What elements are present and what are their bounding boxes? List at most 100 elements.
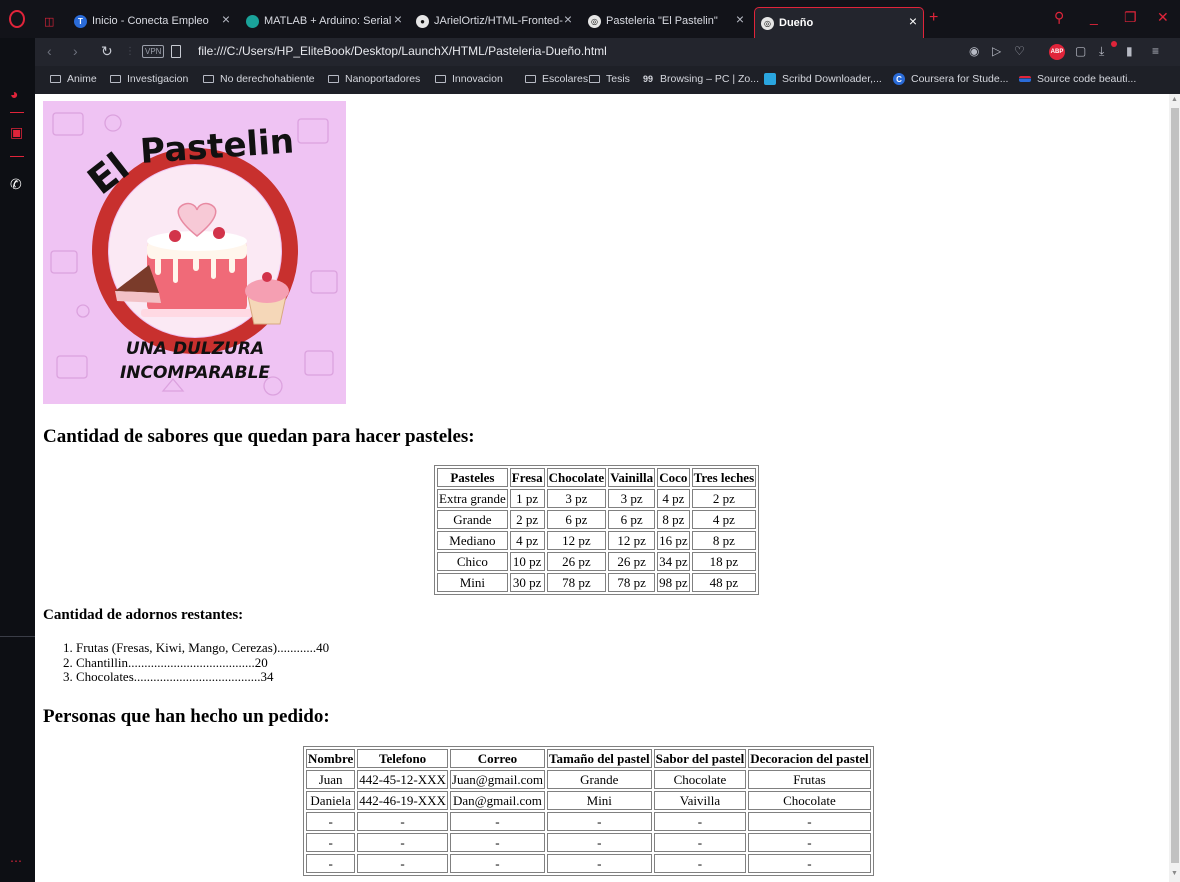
tab-conecta-empleo[interactable]: T Inicio - Conecta Empleo × — [74, 8, 234, 34]
restore-icon[interactable]: ❐ — [1124, 9, 1137, 26]
bookmark-scribd[interactable]: Scribd Downloader,... — [764, 73, 882, 85]
bookmark-nanoportadores[interactable]: Nanoportadores — [328, 73, 420, 85]
table-cell: - — [748, 854, 871, 873]
personas-heading: Personas que han hecho un pedido: — [43, 706, 330, 727]
table-cell: 16 pz — [657, 531, 690, 550]
gamepad-icon: ◫ — [44, 15, 55, 28]
vpn-badge[interactable]: VPN — [142, 45, 165, 58]
table-cell: Mini — [546, 791, 652, 810]
notification-dot — [1111, 41, 1117, 47]
speed-dial-icon[interactable]: ◕ — [10, 86, 18, 102]
table-header-row: Pasteles Fresa Chocolate Vainilla Coco T… — [437, 468, 757, 487]
send-icon[interactable]: ▷ — [992, 44, 1001, 58]
table-cell: - — [449, 833, 545, 852]
bookmark-innovacion[interactable]: Innovacion — [435, 73, 503, 85]
bookmark-anime[interactable]: Anime — [50, 73, 97, 85]
globe-icon: ◎ — [761, 16, 774, 30]
table-cell: 2 pz — [691, 489, 757, 508]
table-cell: 78 pz — [546, 573, 607, 592]
reload-icon[interactable]: ↻ — [101, 43, 113, 60]
tab-matlab[interactable]: MATLAB + Arduino: Serial I × — [246, 8, 406, 34]
close-icon[interactable]: × — [909, 13, 917, 29]
close-icon[interactable]: × — [564, 11, 572, 27]
table-header: Coco — [657, 468, 690, 487]
table-row: ------ — [306, 833, 871, 852]
settings-icon[interactable]: ≡ — [1152, 44, 1159, 58]
url-input[interactable]: file:///C:/Users/HP_EliteBook/Desktop/La… — [198, 44, 607, 58]
table-cell: - — [449, 812, 545, 831]
bookmark-coursera[interactable]: C Coursera for Stude... — [893, 73, 1008, 85]
table-cell: 34 pz — [657, 552, 690, 571]
table-cell: Juan — [306, 770, 356, 789]
adblock-icon[interactable]: ABP — [1049, 44, 1065, 60]
scribd-icon — [764, 73, 776, 85]
close-icon[interactable]: × — [736, 11, 744, 27]
adornos-list: 1. Frutas (Fresas, Kiwi, Mango, Cerezas)… — [63, 640, 329, 685]
tab-pasteleria[interactable]: ◎ Pasteleria "El Pastelin" × — [588, 8, 748, 34]
table-header: Decoracion del pastel — [748, 749, 871, 768]
cube-icon[interactable]: ▢ — [1075, 44, 1086, 58]
table-row: Grande 2 pz 6 pz 6 pz 8 pz 4 pz — [437, 510, 757, 529]
table-row: Mini 30 pz 78 pz 78 pz 98 pz 48 pz — [437, 573, 757, 592]
scroll-down-icon[interactable]: ▼ — [1171, 870, 1178, 877]
bookmark-label: Tesis — [606, 73, 630, 85]
folder-icon — [110, 75, 121, 83]
new-tab-icon[interactable]: + — [929, 9, 938, 27]
table-header: Pasteles — [437, 468, 508, 487]
bookmark-tesis[interactable]: Tesis — [589, 73, 630, 85]
table-header: Correo — [449, 749, 545, 768]
close-icon[interactable]: × — [394, 11, 402, 27]
close-icon[interactable]: × — [222, 11, 230, 27]
forward-icon[interactable]: › — [73, 43, 78, 59]
table-header-row: Nombre Telefono Correo Tamaño del pastel… — [306, 749, 871, 768]
sidebar-divider — [10, 112, 24, 113]
scroll-up-icon[interactable]: ▲ — [1171, 96, 1178, 103]
table-row: ------ — [306, 812, 871, 831]
page-icon — [171, 45, 181, 58]
table-header: Nombre — [306, 749, 356, 768]
bag-icon[interactable]: ▣ — [10, 124, 23, 141]
table-cell: 442-45-12-XXX — [357, 770, 448, 789]
tab-workspaces[interactable]: ◫ — [44, 8, 54, 34]
table-cell: 1 pz — [509, 489, 545, 508]
bookmark-no-derechohabiente[interactable]: No derechohabiente — [203, 73, 315, 85]
bookmarks-bar: Anime Investigacion No derechohabiente N… — [35, 66, 1180, 94]
table-cell: 30 pz — [509, 573, 545, 592]
table-cell: Chocolate — [653, 770, 747, 789]
folder-icon — [50, 75, 61, 83]
logo-tagline-2: INCOMPARABLE — [120, 363, 270, 383]
battery-icon[interactable]: ▮ — [1126, 44, 1133, 58]
search-tabs-icon[interactable]: ⚲ — [1054, 9, 1064, 26]
download-icon[interactable]: ⤓ — [1099, 44, 1104, 59]
personas-table: Nombre Telefono Correo Tamaño del pastel… — [303, 746, 874, 876]
opera-logo-icon[interactable] — [9, 10, 25, 28]
table-cell: Vaivilla — [653, 791, 747, 810]
table-cell: 26 pz — [608, 552, 656, 571]
tab-bar: ◫ T Inicio - Conecta Empleo × MATLAB + A… — [0, 0, 1180, 38]
pastelin-logo: El Pastelin UNA DULZURA INCOMPARABLE — [43, 101, 346, 404]
table-cell: 3 pz — [546, 489, 607, 508]
bookmark-zotero[interactable]: 99 Browsing – PC | Zo... — [642, 73, 759, 85]
github-icon: ● — [416, 14, 429, 28]
minimize-icon[interactable]: _ — [1090, 9, 1098, 25]
tab-label: JArielOrtiz/HTML-Fronted-I — [434, 15, 564, 27]
heart-icon[interactable]: ♡ — [1014, 44, 1025, 58]
bookmark-investigacion[interactable]: Investigacion — [110, 73, 188, 85]
tab-dueno[interactable]: ◎ Dueño × — [754, 7, 924, 38]
back-icon[interactable]: ‹ — [47, 43, 52, 59]
table-cell: 48 pz — [691, 573, 757, 592]
scrollbar-thumb[interactable] — [1171, 108, 1179, 863]
bookmark-label: Scribd Downloader,... — [782, 73, 882, 85]
tab-github[interactable]: ● JArielOrtiz/HTML-Fronted-I × — [416, 8, 576, 34]
close-window-icon[interactable]: ✕ — [1157, 9, 1169, 26]
bookmark-source-code[interactable]: Source code beauti... — [1019, 73, 1136, 85]
more-icon[interactable]: ⋯ — [10, 854, 22, 868]
camera-icon[interactable]: ◉ — [969, 44, 979, 58]
vertical-scrollbar[interactable]: ▲ ▼ — [1169, 94, 1180, 882]
table-cell: 442-46-19-XXX — [357, 791, 448, 810]
folder-icon — [589, 75, 600, 83]
table-header: Telefono — [357, 749, 448, 768]
whatsapp-icon[interactable]: ✆ — [10, 176, 22, 193]
folder-icon — [328, 75, 339, 83]
bookmark-escolares[interactable]: Escolares — [525, 73, 588, 85]
